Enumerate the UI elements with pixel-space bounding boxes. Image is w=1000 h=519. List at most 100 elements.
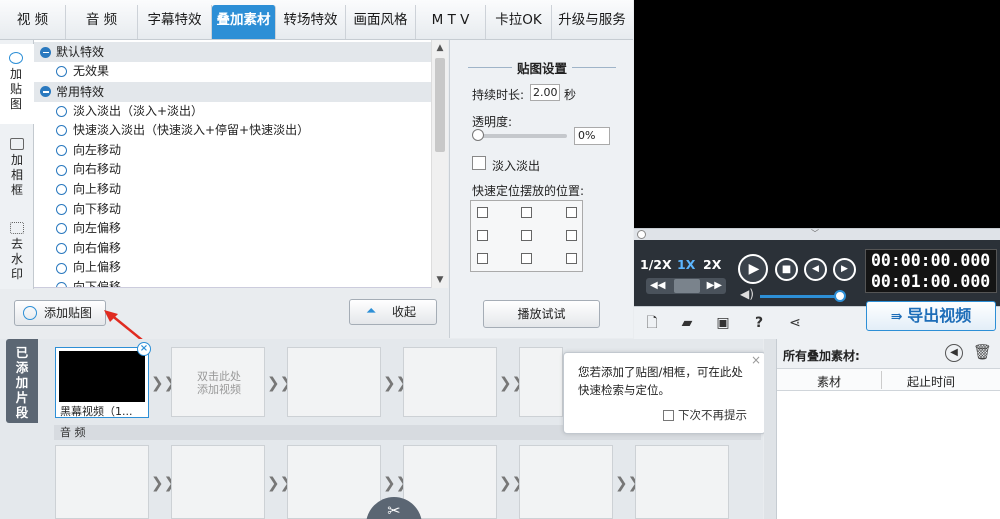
effect-item[interactable]: 向左移动 bbox=[34, 141, 431, 161]
collapse-icon bbox=[40, 46, 51, 58]
speed-half[interactable]: 1/2X bbox=[640, 257, 672, 272]
added-clips-tab[interactable]: 已 添 加 片 段 bbox=[6, 339, 38, 423]
save-icon[interactable]: ▣ bbox=[714, 315, 732, 331]
panel-collapse-handle[interactable] bbox=[764, 339, 776, 519]
help-icon[interactable]: ? bbox=[750, 315, 768, 331]
scroll-down-icon[interactable]: ▼ bbox=[432, 272, 448, 288]
empty-audio-slot[interactable] bbox=[403, 445, 497, 519]
opacity-slider-handle[interactable] bbox=[472, 129, 484, 141]
position-grid bbox=[470, 200, 583, 272]
effect-item[interactable]: 淡入淡出（淡入+淡出） bbox=[34, 102, 431, 122]
chevron-down-icon[interactable]: ﹀ bbox=[811, 228, 819, 239]
empty-clip-slot[interactable] bbox=[287, 347, 381, 417]
empty-slot-hint: 双击此处 添加视频 bbox=[197, 370, 241, 396]
effect-item[interactable]: 快速淡入淡出（快速淡入+停留+快速淡出） bbox=[34, 121, 431, 141]
tab-picture-style[interactable]: 画面风格 bbox=[346, 5, 416, 39]
empty-audio-slot[interactable] bbox=[635, 445, 729, 519]
effect-item[interactable]: 向上移动 bbox=[34, 180, 431, 200]
added-label: 加 bbox=[15, 375, 29, 390]
effect-item[interactable]: 向右移动 bbox=[34, 160, 431, 180]
tab-transition-effects[interactable]: 转场特效 bbox=[276, 5, 346, 39]
add-sticker-label: 添加贴图 bbox=[43, 306, 92, 320]
prev-frame-button[interactable]: ◀ bbox=[804, 258, 827, 281]
clip-name: 黑幕视频（1... bbox=[60, 405, 133, 418]
radio-icon bbox=[56, 282, 67, 287]
remove-clip-icon[interactable]: × bbox=[137, 342, 151, 356]
opacity-slider[interactable] bbox=[475, 134, 567, 138]
side-tab-add-sticker[interactable]: 加 贴 图 bbox=[0, 44, 34, 124]
empty-audio-slot[interactable] bbox=[287, 445, 381, 519]
locate-icon[interactable]: ◀ bbox=[945, 344, 963, 362]
share-icon[interactable]: ⋖ bbox=[786, 315, 804, 331]
scroll-thumb[interactable] bbox=[435, 58, 445, 152]
playback-progress-bar[interactable]: ﹀ bbox=[634, 228, 1000, 240]
volume-handle[interactable] bbox=[834, 290, 846, 302]
empty-audio-slot[interactable] bbox=[55, 445, 149, 519]
tab-upgrade-service[interactable]: 升级与服务 bbox=[552, 5, 632, 39]
effect-label: 向上移动 bbox=[73, 181, 122, 196]
preview-button[interactable]: 播放试试 bbox=[483, 300, 600, 328]
duration-label: 持续时长: bbox=[472, 88, 525, 102]
collapse-button[interactable]: ⏶ 收起 bbox=[349, 299, 437, 325]
empty-audio-slot[interactable] bbox=[519, 445, 613, 519]
stop-button[interactable]: ■ bbox=[775, 258, 798, 281]
group-default-effects[interactable]: 默认特效 bbox=[34, 42, 431, 62]
effects-scrollbar[interactable]: ▲ ▼ bbox=[431, 40, 448, 288]
effect-item[interactable]: 无效果 bbox=[34, 62, 431, 82]
tab-overlay-material[interactable]: 叠加素材 bbox=[212, 5, 276, 39]
position-middle-left[interactable] bbox=[477, 230, 488, 241]
export-video-button[interactable]: ⇛ 导出视频 bbox=[866, 301, 996, 331]
tooltip-text: 您若添加了贴图/相框，可在此处快速检索与定位。 bbox=[578, 365, 743, 397]
volume-slider[interactable] bbox=[760, 295, 840, 298]
progress-handle[interactable] bbox=[637, 230, 646, 239]
position-bottom-center[interactable] bbox=[521, 253, 532, 264]
tab-mtv[interactable]: M T V bbox=[416, 5, 486, 39]
position-middle-center[interactable] bbox=[521, 230, 532, 241]
empty-audio-slot[interactable] bbox=[171, 445, 265, 519]
next-frame-button[interactable]: ▶ bbox=[833, 258, 856, 281]
effect-label: 向右偏移 bbox=[73, 240, 122, 255]
empty-clip-slot[interactable] bbox=[403, 347, 497, 417]
position-top-left[interactable] bbox=[477, 207, 488, 218]
side-tab-remove-watermark[interactable]: 去 水 印 bbox=[0, 218, 34, 290]
fade-checkbox[interactable] bbox=[472, 156, 486, 170]
duration-input[interactable]: 2.00 bbox=[530, 84, 560, 101]
effect-item[interactable]: 向下偏移 bbox=[34, 278, 431, 287]
effect-item[interactable]: 向左偏移 bbox=[34, 219, 431, 239]
speed-jog-dial[interactable]: ◀◀ ▶▶ bbox=[646, 278, 726, 294]
col-start-time: 起止时间 bbox=[907, 375, 956, 389]
collapse-icon bbox=[40, 86, 51, 98]
empty-clip-slot[interactable] bbox=[519, 347, 563, 417]
radio-icon bbox=[56, 66, 67, 78]
close-icon[interactable]: × bbox=[751, 353, 761, 367]
dont-show-checkbox[interactable] bbox=[663, 410, 674, 421]
volume-icon[interactable]: ◀) bbox=[740, 287, 754, 301]
new-file-icon[interactable]: 🗋 bbox=[643, 315, 661, 331]
opacity-input[interactable]: 0% bbox=[574, 127, 610, 145]
effect-item[interactable]: 向上偏移 bbox=[34, 258, 431, 278]
position-bottom-left[interactable] bbox=[477, 253, 488, 264]
speed-2x[interactable]: 2X bbox=[703, 257, 721, 272]
scroll-up-icon[interactable]: ▲ bbox=[432, 40, 448, 56]
tab-audio[interactable]: 音 频 bbox=[66, 5, 138, 39]
play-button[interactable]: ▶ bbox=[738, 254, 768, 284]
side-tab-add-frame[interactable]: 加 相 框 bbox=[0, 132, 34, 210]
title-divider bbox=[572, 67, 616, 68]
group-common-effects[interactable]: 常用特效 bbox=[34, 81, 431, 102]
position-middle-right[interactable] bbox=[566, 230, 577, 241]
position-bottom-right[interactable] bbox=[566, 253, 577, 264]
tab-karaoke[interactable]: 卡拉OK bbox=[486, 5, 552, 39]
clip-slot-black-video[interactable]: 黑幕视频（1... × bbox=[55, 342, 151, 418]
empty-clip-slot[interactable]: 双击此处 添加视频 bbox=[171, 347, 265, 417]
open-folder-icon[interactable]: ▰ bbox=[678, 315, 696, 331]
effect-item[interactable]: 向下移动 bbox=[34, 200, 431, 220]
position-top-right[interactable] bbox=[566, 207, 577, 218]
speed-1x[interactable]: 1X bbox=[677, 257, 695, 272]
tab-video[interactable]: 视 频 bbox=[0, 5, 66, 39]
tab-subtitle-effects[interactable]: 字幕特效 bbox=[138, 5, 212, 39]
effect-item[interactable]: 向右偏移 bbox=[34, 239, 431, 259]
delete-icon[interactable]: 🗑 bbox=[973, 343, 992, 361]
position-top-center[interactable] bbox=[521, 207, 532, 218]
overlay-list-columns: 素材 起止时间 bbox=[777, 369, 1000, 391]
add-sticker-button[interactable]: 添加贴图 bbox=[14, 300, 106, 326]
